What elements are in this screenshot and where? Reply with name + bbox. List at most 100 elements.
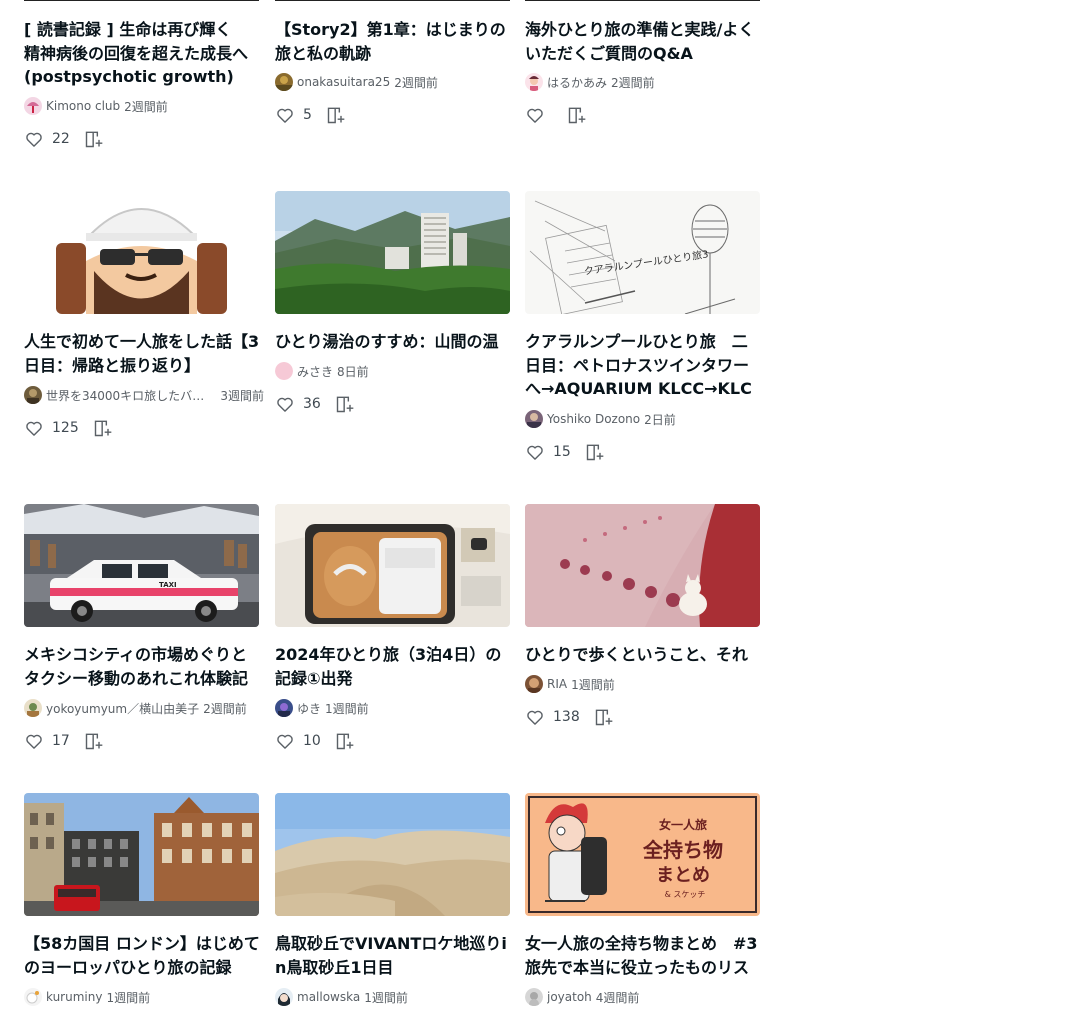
author-row: joyatoh 4週間前 bbox=[525, 988, 765, 1006]
author-name[interactable]: RIA bbox=[547, 677, 567, 691]
card-actions: 15 bbox=[525, 441, 605, 463]
heart-outline-icon bbox=[277, 397, 293, 412]
like-button[interactable]: 138 bbox=[525, 707, 580, 727]
heart-outline-icon bbox=[277, 108, 293, 123]
bookmark-add-icon bbox=[336, 733, 354, 750]
article-title[interactable]: 【58カ国目 ロンドン】はじめてのヨーロッパひとり旅の記録 bbox=[24, 932, 260, 980]
like-button[interactable]: 15 bbox=[525, 442, 571, 462]
article-title[interactable]: クアラルンプールひとり旅 二日目：ペトロナスツインタワーへ→AQUARIUM K… bbox=[525, 330, 761, 402]
article-title[interactable]: ひとり湯治のすすめ：山間の温泉宿 bbox=[275, 330, 511, 354]
save-to-magazine-button[interactable] bbox=[93, 418, 113, 438]
avatar[interactable] bbox=[24, 386, 42, 404]
like-button[interactable]: 5 bbox=[275, 105, 312, 125]
author-row: 世界を34000キロ旅したバックパッカーの記録 3週間前 bbox=[24, 386, 264, 404]
article-title[interactable]: 2024年ひとり旅（3泊4日）の記録①出発 bbox=[275, 643, 511, 691]
author-name[interactable]: Yoshiko Dozono bbox=[547, 412, 640, 426]
article-thumbnail[interactable] bbox=[24, 793, 259, 916]
thumbnail-edge bbox=[275, 0, 510, 1]
article-thumbnail[interactable]: 女一人旅 全持ち物 まとめ & スケッチ bbox=[525, 793, 760, 916]
avatar[interactable] bbox=[24, 988, 42, 1006]
save-to-magazine-button[interactable] bbox=[335, 731, 355, 751]
london-street-photo bbox=[24, 793, 259, 916]
save-to-magazine-button[interactable] bbox=[84, 129, 104, 149]
avatar[interactable] bbox=[275, 988, 293, 1006]
bookmark-add-icon bbox=[327, 107, 345, 124]
author-row: ゆき 1週間前 bbox=[275, 699, 515, 717]
like-button[interactable]: 17 bbox=[24, 731, 70, 751]
like-button[interactable]: 36 bbox=[275, 394, 321, 414]
article-title[interactable]: メキシコシティの市場めぐりとタクシー移動のあれこれ体験記 bbox=[24, 643, 260, 691]
heart-outline-icon bbox=[26, 421, 42, 436]
like-button[interactable] bbox=[525, 105, 553, 125]
avatar[interactable] bbox=[275, 73, 293, 91]
save-to-magazine-button[interactable] bbox=[326, 105, 346, 125]
save-to-magazine-button[interactable] bbox=[585, 442, 605, 462]
thumbnail-edge bbox=[24, 0, 259, 1]
avatar[interactable] bbox=[525, 73, 543, 91]
card-actions: 17 bbox=[24, 730, 104, 752]
backpacker-illustration bbox=[24, 191, 259, 314]
avatar[interactable] bbox=[525, 675, 543, 693]
avatar[interactable] bbox=[525, 988, 543, 1006]
author-name[interactable]: onakasuitara25 bbox=[297, 75, 390, 89]
card-actions bbox=[525, 104, 587, 126]
heart-outline-icon bbox=[527, 445, 543, 460]
article-thumbnail[interactable] bbox=[275, 793, 510, 916]
packing-subtitle: & スケッチ bbox=[665, 890, 706, 899]
post-date: 1週間前 bbox=[106, 990, 151, 1005]
avatar[interactable] bbox=[24, 97, 42, 115]
article-title[interactable]: 海外ひとり旅の準備と実践/よくいただくご質問のQ&A bbox=[525, 18, 761, 66]
author-name[interactable]: はるかあみ bbox=[547, 74, 607, 91]
article-thumbnail[interactable] bbox=[275, 191, 510, 314]
microphone-sketch: クアラルンプールひとり旅3 bbox=[525, 191, 760, 314]
suitcase-packing-photo bbox=[275, 504, 510, 627]
article-title[interactable]: 女一人旅の全持ち物まとめ #3 旅先で本当に役立ったものリスト bbox=[525, 932, 761, 980]
avatar[interactable] bbox=[525, 410, 543, 428]
bookmark-add-icon bbox=[336, 396, 354, 413]
article-title[interactable]: 【Story2】第1章：はじまりの旅と私の軌跡 bbox=[275, 18, 511, 66]
like-count: 17 bbox=[52, 733, 70, 749]
packing-title-line3: まとめ bbox=[656, 865, 710, 886]
article-thumbnail[interactable] bbox=[275, 504, 510, 627]
post-date: 2週間前 bbox=[611, 75, 655, 90]
author-name[interactable]: 世界を34000キロ旅したバックパッカーの記録 bbox=[46, 387, 210, 404]
article-thumbnail[interactable] bbox=[525, 504, 760, 627]
sand-dune-photo bbox=[275, 793, 510, 916]
post-date: 2週間前 bbox=[394, 75, 438, 90]
article-thumbnail[interactable]: クアラルンプールひとり旅3 bbox=[525, 191, 760, 314]
article-title[interactable]: 鳥取砂丘でVIVANTロケ地巡りin鳥取砂丘1日目 bbox=[275, 932, 511, 980]
save-to-magazine-button[interactable] bbox=[567, 105, 587, 125]
avatar[interactable] bbox=[24, 699, 42, 717]
save-to-magazine-button[interactable] bbox=[594, 707, 614, 727]
save-to-magazine-button[interactable] bbox=[84, 731, 104, 751]
like-button[interactable]: 10 bbox=[275, 731, 321, 751]
author-name[interactable]: Kimono club bbox=[46, 99, 120, 113]
like-button[interactable]: 22 bbox=[24, 129, 70, 149]
avatar[interactable] bbox=[275, 699, 293, 717]
heart-outline-icon bbox=[26, 734, 42, 749]
article-title[interactable]: 人生で初めて一人旅をした話【3日目：帰路と振り返り】 bbox=[24, 330, 260, 378]
author-name[interactable]: joyatoh bbox=[547, 990, 592, 1004]
author-name[interactable]: ゆき bbox=[297, 700, 321, 717]
post-date: 1週間前 bbox=[325, 701, 369, 716]
like-count: 125 bbox=[52, 420, 79, 436]
like-button[interactable]: 125 bbox=[24, 418, 79, 438]
post-date: 2週間前 bbox=[203, 701, 247, 716]
post-date: 3週間前 bbox=[220, 388, 264, 403]
save-to-magazine-button[interactable] bbox=[335, 394, 355, 414]
author-row: Yoshiko Dozono 2日前 bbox=[525, 410, 765, 428]
post-date: 8日前 bbox=[337, 364, 369, 379]
article-title[interactable]: ひとりで歩くということ、それでも歩いていく bbox=[525, 643, 761, 667]
author-name[interactable]: みさき bbox=[297, 363, 333, 380]
mountain-hotel-photo bbox=[275, 191, 510, 314]
packing-list-illustration: 女一人旅 全持ち物 まとめ & スケッチ bbox=[525, 793, 760, 916]
author-name[interactable]: yokoyumyum／横山由美子 bbox=[46, 700, 199, 717]
article-thumbnail[interactable]: TAXI bbox=[24, 504, 259, 627]
article-title[interactable]: [ 読書記録 ] 生命は再び輝く 精神病後の回復を超えた成長へ (postpsy… bbox=[24, 18, 260, 90]
article-thumbnail[interactable] bbox=[24, 191, 259, 314]
author-name[interactable]: kuruminy bbox=[46, 990, 102, 1004]
taxi-door-text: TAXI bbox=[159, 581, 177, 589]
post-date: 1週間前 bbox=[571, 677, 615, 692]
author-name[interactable]: mallowska bbox=[297, 990, 360, 1004]
avatar[interactable] bbox=[275, 362, 293, 380]
